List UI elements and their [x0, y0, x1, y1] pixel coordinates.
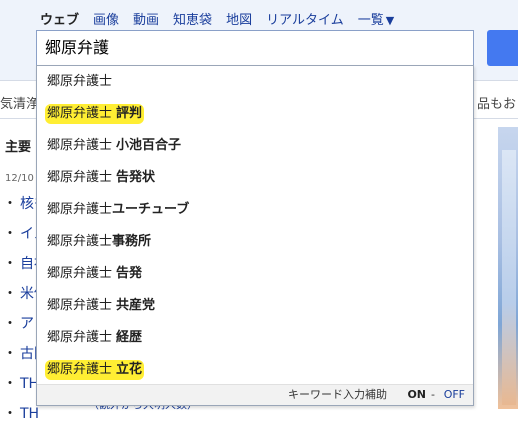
suggestion-text: 郷原弁護士事務所: [47, 232, 151, 252]
suggestion-item[interactable]: 郷原弁護士事務所: [37, 226, 473, 258]
suggestion-query: 郷原弁護士: [47, 362, 113, 377]
background-text-fragment: 気清浄: [0, 97, 40, 112]
tab-label: ウェブ: [40, 12, 80, 28]
suggestion-item[interactable]: 郷原弁護士 告発: [37, 258, 473, 290]
suggestion-item[interactable]: 郷原弁護士: [37, 66, 473, 98]
search-input[interactable]: 郷原弁護: [36, 30, 474, 66]
tab-item[interactable]: 地図: [226, 9, 252, 28]
suggestion-text: 郷原弁護士 経歴: [47, 328, 142, 348]
tab-label: 地図: [226, 12, 253, 28]
keyword-assist-separator: -: [431, 388, 435, 401]
suggestion-text: 郷原弁護士 立花: [45, 360, 145, 380]
search-tabs: ウェブ 画像 動画 知恵袋 地図 リアルタイム 一覧 ▼: [40, 8, 394, 28]
suggestion-text: 郷原弁護士 告発: [47, 264, 142, 284]
keyword-assist-on[interactable]: ON: [407, 385, 426, 405]
suggestion-query: 郷原弁護士: [47, 106, 113, 121]
chevron-down-icon: ▼: [385, 13, 395, 27]
suggestion-footer: キーワード入力補助 ON - OFF: [37, 384, 473, 405]
suggestion-text: 郷原弁護士ユーチューブ: [47, 200, 189, 220]
tab-label: 一覧: [357, 12, 384, 28]
tab-item[interactable]: 知恵袋: [173, 9, 212, 28]
background-text-fragment: 品もお: [477, 97, 517, 112]
suggestion-completion: 立花: [116, 362, 143, 377]
suggestion-query: 郷原弁護士: [47, 138, 113, 153]
suggestion-item[interactable]: 郷原弁護士 共産党: [37, 290, 473, 322]
suggestion-completion: 告発状: [116, 170, 156, 185]
tab-label: 知恵袋: [173, 12, 213, 28]
suggestion-item[interactable]: 郷原弁護士 経歴: [37, 322, 473, 354]
tab-label: リアルタイム: [266, 12, 344, 28]
suggestion-text: 郷原弁護士 告発状: [47, 168, 155, 188]
suggestion-text: 郷原弁護士 小池百合子: [47, 136, 181, 156]
suggestion-item[interactable]: 郷原弁護士ユーチューブ: [37, 194, 473, 226]
bullet-icon: ・: [3, 376, 17, 392]
suggestion-text: 郷原弁護士 評判: [45, 104, 145, 124]
suggestion-item[interactable]: 郷原弁護士 小池百合子: [37, 130, 473, 162]
bullet-icon: ・: [3, 406, 17, 422]
suggestion-completion: 評判: [116, 106, 143, 121]
topics-date: 12/10: [5, 173, 34, 184]
bullet-icon: ・: [3, 286, 17, 302]
suggestion-query: 郷原弁護士: [47, 74, 113, 89]
news-item-text: TH: [20, 406, 40, 422]
suggestion-item[interactable]: 郷原弁護士 立花: [37, 354, 473, 386]
suggestion-query: 郷原弁護士: [47, 330, 113, 345]
tab-label: 動画: [133, 12, 160, 28]
suggestion-completion: 告発: [116, 266, 143, 281]
suggestion-query: 郷原弁護士: [47, 170, 113, 185]
topics-heading: 主要: [5, 140, 32, 155]
suggestion-dropdown: 郷原弁護士 郷原弁護士 評判 郷原弁護士 小池百合子 郷原弁護士 告発状 郷原弁護士ユーチュー…: [36, 65, 474, 406]
suggestion-completion: ユーチューブ: [112, 202, 190, 217]
bullet-icon: ・: [3, 316, 17, 332]
tab-item[interactable]: リアルタイム: [266, 9, 344, 28]
tab-item[interactable]: 動画: [133, 9, 159, 28]
suggestion-completion: 共産党: [116, 298, 156, 313]
suggestion-query: 郷原弁護士: [47, 202, 113, 217]
bullet-icon: ・: [3, 226, 17, 242]
suggestion-item[interactable]: 郷原弁護士 評判: [37, 98, 473, 130]
suggestion-query: 郷原弁護士: [47, 298, 113, 313]
suggestion-query: 郷原弁護士: [47, 234, 113, 249]
promo-image-detail: [502, 150, 516, 405]
suggestion-completion: 小池百合子: [116, 138, 182, 153]
suggestion-completion: 事務所: [112, 234, 152, 249]
suggestion-query: 郷原弁護士: [47, 266, 113, 281]
bullet-icon: ・: [3, 346, 17, 362]
tab-item[interactable]: 画像: [93, 9, 119, 28]
search-button[interactable]: [487, 30, 518, 66]
bullet-icon: ・: [3, 196, 17, 212]
tab-label: 画像: [93, 12, 120, 28]
keyword-assist-off[interactable]: OFF: [444, 385, 465, 405]
suggestion-text: 郷原弁護士: [47, 72, 112, 92]
keyword-assist-label: キーワード入力補助: [288, 388, 387, 401]
tab-item[interactable]: ウェブ: [40, 9, 79, 28]
bullet-icon: ・: [3, 256, 17, 272]
suggestion-completion: 経歴: [116, 330, 143, 345]
tab-item[interactable]: 一覧 ▼: [358, 9, 394, 28]
suggestion-item[interactable]: 郷原弁護士 告発状: [37, 162, 473, 194]
suggestion-text: 郷原弁護士 共産党: [47, 296, 155, 316]
